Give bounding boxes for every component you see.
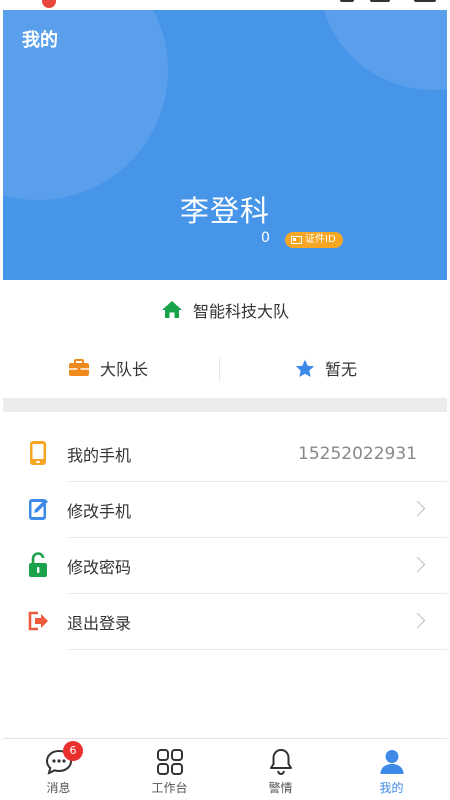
tab-workbench-label: 工作台 <box>151 781 188 795</box>
tab-workbench[interactable]: 工作台 <box>114 739 225 800</box>
section-divider <box>3 398 447 412</box>
change-phone-row[interactable]: 修改手机 <box>3 482 447 538</box>
tab-alerts[interactable]: 警情 <box>225 739 336 800</box>
position-item: 大队长 <box>68 356 148 380</box>
rank-item: 暂无 <box>295 356 357 380</box>
my-phone-label: 我的手机 <box>67 446 132 465</box>
chevron-right-icon <box>409 500 426 517</box>
signal-icon <box>340 0 354 2</box>
team-row: 智能科技大队 <box>0 296 450 324</box>
bell-icon <box>269 749 292 776</box>
change-password-label: 修改密码 <box>67 558 132 577</box>
home-icon <box>161 301 182 318</box>
my-phone-value: 15252022931 <box>298 444 417 464</box>
tab-messages[interactable]: 6 消息 <box>3 739 114 800</box>
roles-row: 大队长 暂无 <box>3 350 447 386</box>
my-phone-row: 我的手机 15252022931 <box>3 426 447 482</box>
phone-icon <box>30 441 46 465</box>
briefcase-icon <box>69 359 89 376</box>
status-bar <box>0 0 450 10</box>
page-title: 我的 <box>22 30 58 51</box>
profile-header: 我的 李登科 0 证件ID <box>3 10 447 280</box>
user-icon <box>380 750 403 774</box>
id-badge[interactable]: 证件ID <box>285 232 343 248</box>
wifi-icon <box>370 0 390 2</box>
divider <box>219 357 220 381</box>
logout-label: 退出登录 <box>67 614 132 633</box>
tab-mine[interactable]: 我的 <box>336 739 447 800</box>
settings-list: 我的手机 15252022931 修改手机 修改密码 退出登录 <box>3 426 447 650</box>
user-count: 0 <box>261 230 270 246</box>
logout-icon <box>28 611 48 631</box>
change-password-row[interactable]: 修改密码 <box>3 538 447 594</box>
tab-alerts-label: 警情 <box>268 781 293 795</box>
unlock-icon <box>29 552 47 577</box>
chevron-right-icon <box>409 556 426 573</box>
edit-icon <box>29 499 48 520</box>
rank-label: 暂无 <box>325 360 358 379</box>
id-badge-label: 证件ID <box>305 234 336 245</box>
id-card-icon <box>291 236 302 244</box>
bottom-tab-bar: 6 消息 工作台 警情 我的 <box>3 738 447 800</box>
tab-messages-label: 消息 <box>46 781 71 795</box>
user-name: 李登科 <box>179 194 270 228</box>
unread-badge: 6 <box>63 741 83 761</box>
star-icon <box>295 359 315 377</box>
battery-icon <box>414 0 436 2</box>
logout-row[interactable]: 退出登录 <box>3 594 447 650</box>
tab-mine-label: 我的 <box>379 781 404 795</box>
notification-dot <box>42 0 56 8</box>
team-name: 智能科技大队 <box>192 302 289 321</box>
chevron-right-icon <box>409 612 426 629</box>
profile-page: 我的 李登科 0 证件ID 智能科技大队 大队长 暂无 我的手机 1525202… <box>0 0 450 800</box>
position-label: 大队长 <box>100 360 149 379</box>
grid-icon <box>156 749 183 775</box>
change-phone-label: 修改手机 <box>67 502 132 521</box>
